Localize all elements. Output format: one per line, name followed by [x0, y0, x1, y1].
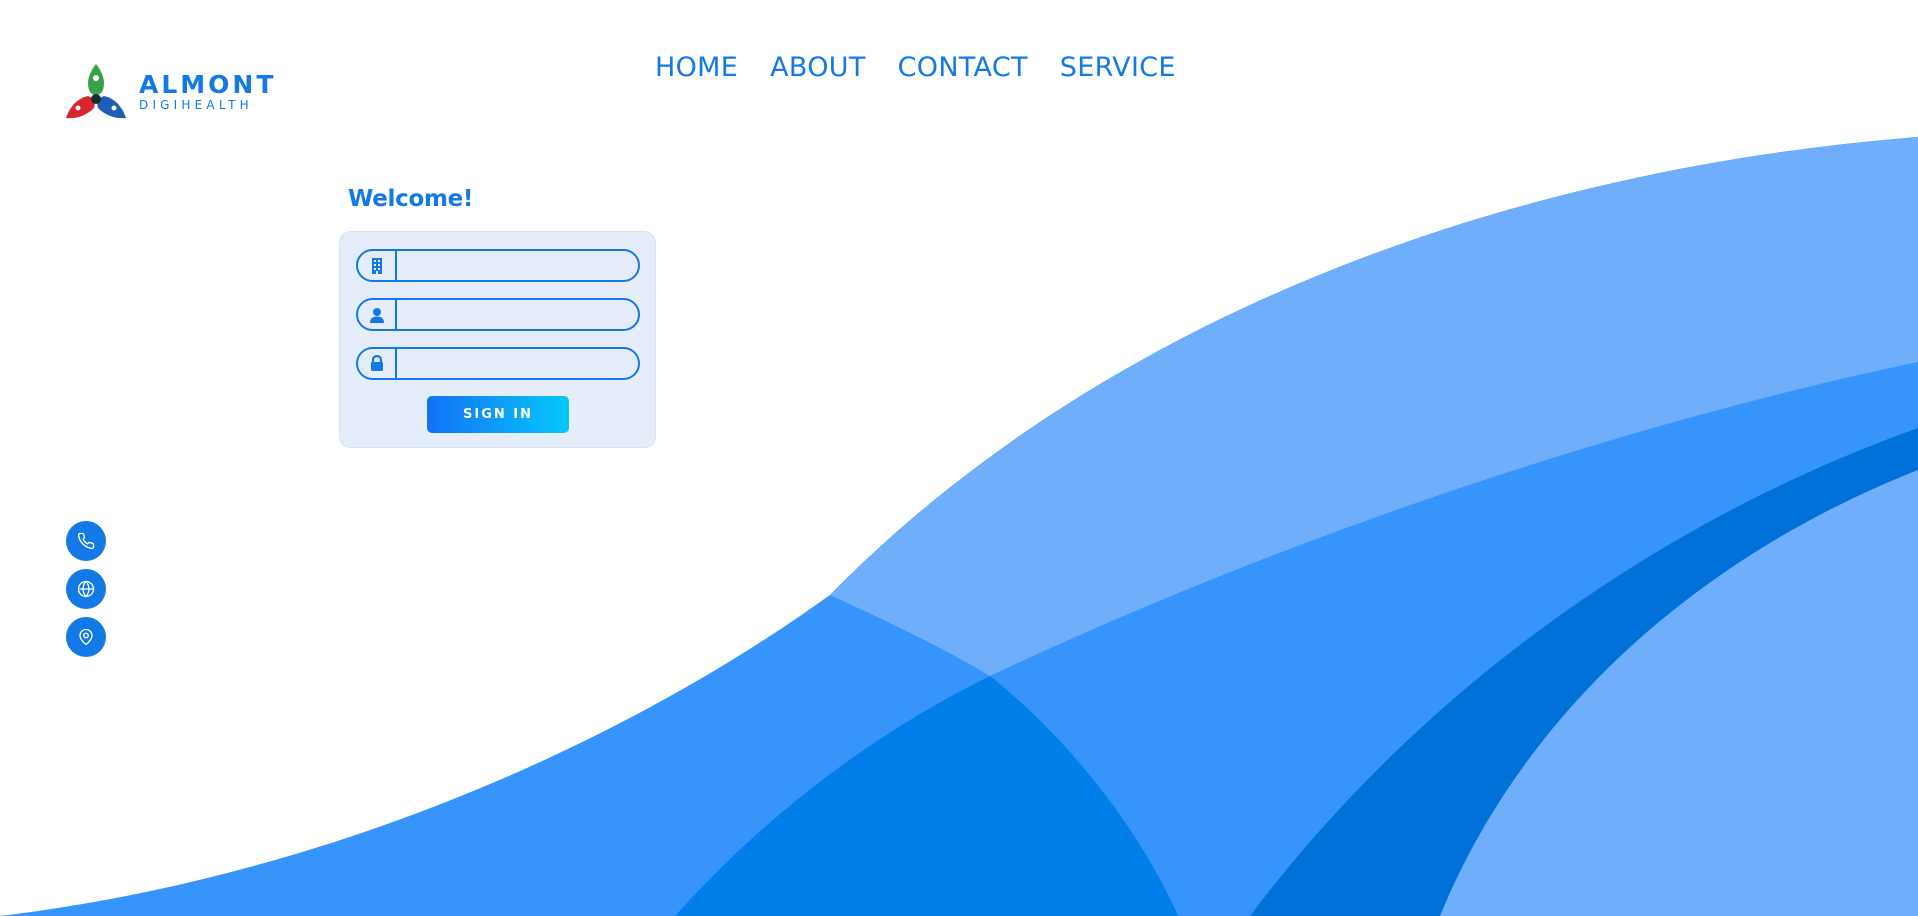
main-nav: HOME ABOUT CONTACT SERVICE — [655, 52, 1176, 83]
login-card: SIGN IN — [339, 231, 656, 448]
password-input[interactable] — [397, 349, 638, 378]
organization-field — [356, 249, 640, 282]
website-button[interactable] — [66, 569, 106, 609]
building-icon — [358, 251, 397, 280]
lock-icon — [358, 349, 397, 378]
background-waves — [0, 137, 1918, 916]
tri-leaf-logo-icon — [66, 64, 126, 119]
user-icon — [358, 300, 397, 329]
nav-about[interactable]: ABOUT — [770, 52, 866, 83]
nav-contact[interactable]: CONTACT — [898, 52, 1028, 83]
password-field — [356, 347, 640, 380]
username-field — [356, 298, 640, 331]
location-pin-icon — [79, 628, 93, 646]
login-page: ALMONT DIGIHEALTH HOME ABOUT CONTACT SER… — [0, 0, 1918, 916]
welcome-heading: Welcome! — [348, 186, 474, 212]
sign-in-button[interactable]: SIGN IN — [427, 396, 569, 433]
brand-logo[interactable]: ALMONT DIGIHEALTH — [64, 62, 276, 120]
globe-icon — [77, 580, 95, 598]
organization-input[interactable] — [397, 251, 638, 280]
username-input[interactable] — [397, 300, 638, 329]
nav-service[interactable]: SERVICE — [1060, 52, 1176, 83]
phone-icon — [77, 532, 95, 550]
brand-name: ALMONT — [139, 69, 277, 99]
nav-home[interactable]: HOME — [655, 52, 738, 83]
phone-button[interactable] — [66, 521, 106, 561]
location-button[interactable] — [66, 617, 106, 657]
brand-tagline: DIGIHEALTH — [139, 97, 253, 112]
